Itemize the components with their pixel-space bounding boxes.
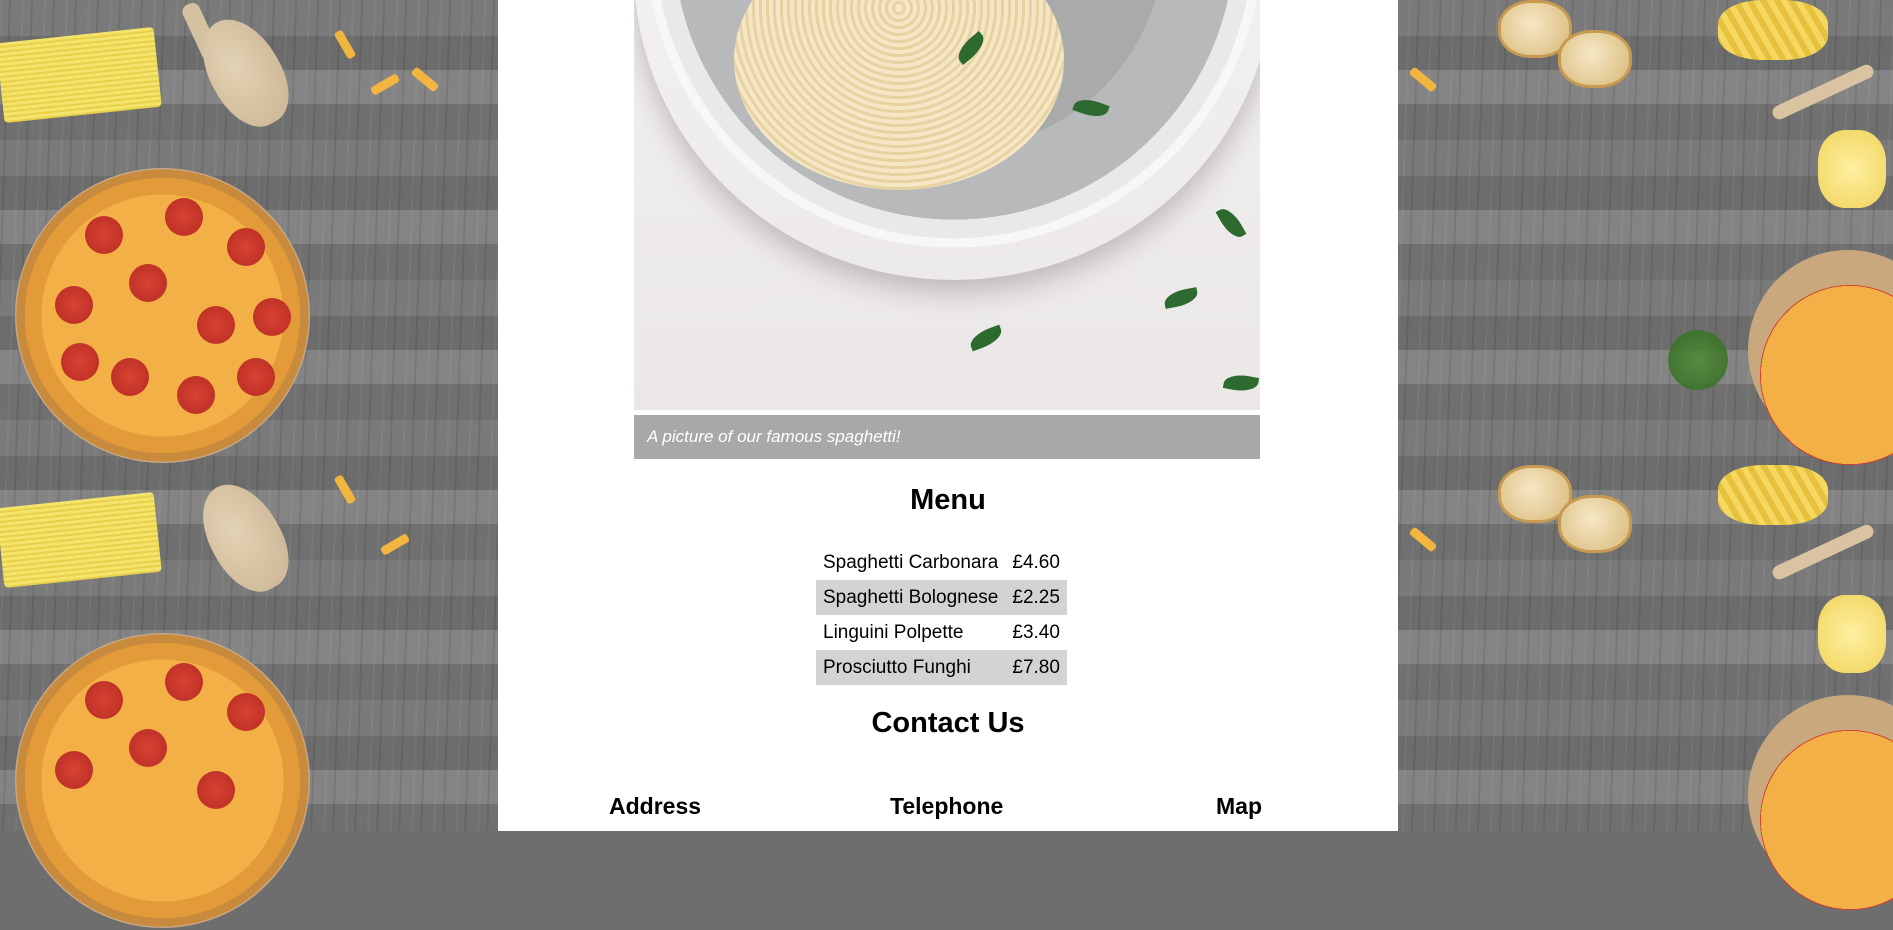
- penne-decoration: [333, 29, 357, 60]
- fork-decoration: [1770, 522, 1876, 582]
- menu-item-price: £3.40: [1012, 621, 1060, 643]
- penne-decoration: [379, 533, 411, 556]
- spaghetti-decoration: [0, 491, 162, 589]
- menu-item-name: Spaghetti Carbonara: [823, 551, 999, 573]
- penne-decoration: [410, 66, 440, 93]
- herb-leaf: [1222, 372, 1260, 394]
- penne-decoration: [1408, 526, 1438, 553]
- spoon-decoration: [185, 470, 305, 605]
- spaghetti-photo: [634, 0, 1260, 410]
- food-background-tile: [1398, 0, 1893, 465]
- menu-item-price: £2.25: [1005, 580, 1067, 615]
- penne-decoration: [369, 73, 401, 96]
- herb-leaf: [967, 324, 1005, 352]
- food-background-tile: [1398, 465, 1893, 930]
- spaghetti-decoration: [0, 26, 162, 124]
- penne-decoration: [333, 474, 357, 505]
- telephone-heading: Telephone: [890, 793, 1004, 819]
- map-heading: Map: [1216, 793, 1262, 819]
- address-heading: Address: [609, 793, 702, 819]
- menu-item-name: Linguini Polpette: [823, 621, 964, 643]
- herb-decoration: [1668, 330, 1728, 390]
- herb-leaf: [1215, 204, 1247, 242]
- pizza-decoration: [15, 633, 310, 928]
- food-background-tile: [0, 465, 498, 930]
- menu-item-price: £7.80: [1005, 650, 1067, 685]
- hero-figure: A picture of our famous spaghetti!: [634, 0, 1260, 459]
- menu-row: Prosciutto Funghi £7.80: [816, 650, 1067, 685]
- photo-caption: A picture of our famous spaghetti!: [634, 415, 1260, 459]
- menu-table: Spaghetti Carbonara £4.60 Spaghetti Bolo…: [816, 545, 1067, 685]
- farfalle-decoration: [1818, 595, 1886, 673]
- farfalle-decoration: [1818, 130, 1886, 208]
- fork-decoration: [1770, 62, 1876, 122]
- pizza-decoration: [15, 168, 310, 463]
- fusilli-decoration: [1718, 465, 1828, 525]
- herb-leaf: [1162, 287, 1200, 309]
- main-content: A picture of our famous spaghetti! Menu …: [498, 0, 1398, 831]
- menu-row: Spaghetti Carbonara £4.60: [816, 545, 1067, 580]
- bread-decoration: [1558, 30, 1632, 88]
- menu-item-name: Prosciutto Funghi: [816, 650, 1006, 685]
- food-background-tile: [0, 0, 498, 465]
- menu-item-name: Spaghetti Bolognese: [816, 580, 1006, 615]
- contact-heading: Contact Us: [871, 707, 1025, 739]
- penne-decoration: [1408, 66, 1438, 93]
- menu-item-price: £4.60: [1012, 551, 1060, 573]
- menu-row: Linguini Polpette £3.40: [816, 615, 1067, 650]
- menu-row: Spaghetti Bolognese £2.25: [816, 580, 1067, 615]
- fusilli-decoration: [1718, 0, 1828, 60]
- bread-decoration: [1558, 495, 1632, 553]
- menu-heading: Menu: [910, 484, 986, 516]
